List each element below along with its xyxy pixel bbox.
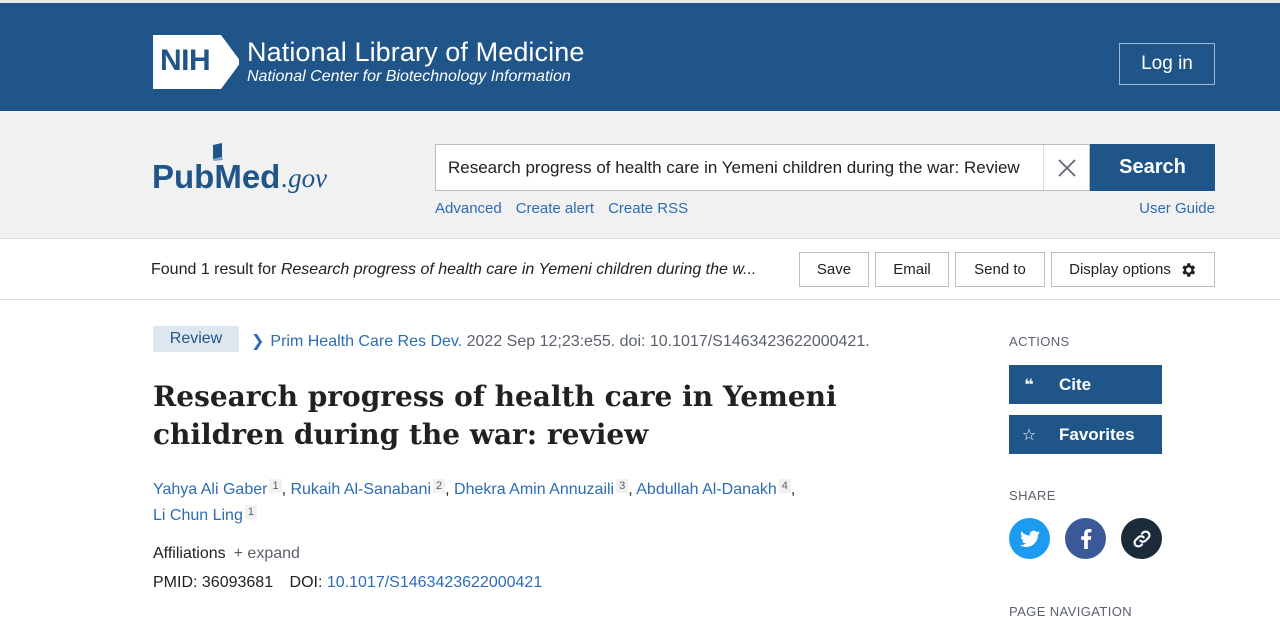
- clear-search-button[interactable]: [1043, 145, 1089, 190]
- search-links: Advanced Create alert Create RSS: [435, 200, 688, 217]
- pubmed-logo[interactable]: Pub Med .gov: [152, 141, 327, 197]
- citation-details: 2022 Sep 12;23:e55. doi: 10.1017/S146342…: [462, 333, 870, 350]
- facebook-icon: [1080, 528, 1091, 549]
- permalink-share-button[interactable]: [1121, 518, 1162, 559]
- affiliation-ref[interactable]: 1: [269, 479, 282, 493]
- pubmed-logo-med: Med: [213, 143, 281, 197]
- display-options-label: Display options: [1069, 261, 1171, 278]
- doi-label: DOI:: [289, 574, 323, 591]
- nih-logo[interactable]: NIH National Library of Medicine Nationa…: [153, 35, 584, 89]
- author-link[interactable]: Li Chun Ling: [153, 507, 243, 524]
- display-options-button[interactable]: Display options: [1051, 252, 1215, 287]
- pubmed-book-icon: [213, 143, 224, 161]
- close-icon: [1057, 158, 1076, 177]
- article-type-badge: Review: [153, 326, 239, 352]
- advanced-search-link[interactable]: Advanced: [435, 200, 502, 217]
- actions-label: ACTIONS: [1009, 334, 1070, 349]
- author-link[interactable]: Yahya Ali Gaber: [153, 481, 267, 498]
- author-link[interactable]: Abdullah Al-Danakh: [636, 481, 777, 498]
- pubmed-logo-pub: Pub: [152, 158, 215, 195]
- citation-line: ❯ Prim Health Care Res Dev. 2022 Sep 12;2…: [251, 331, 870, 351]
- results-bar: Found 1 result for Research progress of …: [0, 240, 1280, 300]
- user-guide-link[interactable]: User Guide: [1139, 200, 1215, 217]
- pubmed-logo-med-text: Med: [214, 158, 281, 195]
- journal-link[interactable]: Prim Health Care Res Dev.: [270, 333, 462, 350]
- nih-badge: NIH: [153, 35, 239, 89]
- author-link[interactable]: Rukaih Al-Sanabani: [290, 481, 431, 498]
- send-to-button[interactable]: Send to: [955, 252, 1045, 287]
- twitter-icon: [1019, 530, 1040, 547]
- quote-icon: ❝: [1024, 376, 1034, 394]
- nih-title: National Library of Medicine: [247, 37, 585, 67]
- authors-list: Yahya Ali Gaber 1, Rukaih Al-Sanabani 2, D…: [153, 479, 796, 524]
- cite-label: Cite: [1059, 374, 1092, 394]
- link-icon: [1132, 529, 1151, 548]
- affiliation-ref[interactable]: 4: [778, 479, 791, 493]
- page-navigation-label: PAGE NAVIGATION: [1009, 604, 1133, 619]
- cite-button[interactable]: ❝ Cite: [1009, 365, 1162, 404]
- save-button[interactable]: Save: [799, 252, 869, 287]
- affiliations-row: Affiliations + expand: [153, 545, 300, 563]
- share-label: SHARE: [1009, 488, 1056, 503]
- search-band: Pub Med .gov Search Advanced Create aler…: [0, 111, 1280, 239]
- found-query: Research progress of health care in Yeme…: [280, 261, 757, 278]
- affiliation-ref[interactable]: 2: [433, 479, 446, 493]
- author-link[interactable]: Dhekra Amin Annuzaili: [454, 481, 614, 498]
- pmid-value: 36093681: [201, 574, 274, 591]
- pmid-label: PMID:: [153, 574, 198, 591]
- nih-subtitle: National Center for Biotechnology Inform…: [247, 68, 571, 85]
- affiliation-ref[interactable]: 1: [244, 505, 257, 519]
- nih-header: NIH National Library of Medicine Nationa…: [0, 0, 1280, 111]
- favorites-label: Favorites: [1059, 424, 1135, 444]
- affiliation-ref[interactable]: 3: [616, 479, 629, 493]
- chevron-right-icon: ❯: [251, 333, 265, 350]
- affiliations-label: Affiliations: [153, 545, 226, 562]
- star-icon: ☆: [1021, 426, 1037, 444]
- email-button[interactable]: Email: [875, 252, 949, 287]
- twitter-share-button[interactable]: [1009, 518, 1050, 559]
- create-rss-link[interactable]: Create RSS: [608, 200, 688, 217]
- favorites-button[interactable]: ☆ Favorites: [1009, 415, 1162, 454]
- login-button[interactable]: Log in: [1119, 43, 1215, 85]
- search-input[interactable]: [448, 145, 1038, 190]
- found-prefix: Found 1 result for: [151, 261, 281, 278]
- search-box: [435, 144, 1090, 191]
- nih-badge-text: NIH: [160, 44, 211, 77]
- search-button[interactable]: Search: [1090, 144, 1215, 191]
- article-title: Research progress of health care in Yeme…: [153, 380, 837, 451]
- create-alert-link[interactable]: Create alert: [516, 200, 594, 217]
- gear-icon: [1182, 262, 1195, 277]
- found-results-text: Found 1 result for Research progress of …: [151, 261, 791, 279]
- facebook-share-button[interactable]: [1065, 518, 1106, 559]
- pubmed-logo-gov: .gov: [281, 163, 328, 193]
- expand-affiliations-button[interactable]: + expand: [234, 545, 300, 562]
- identifiers-row: PMID: 36093681 DOI: 10.1017/S14634236220…: [153, 574, 542, 592]
- doi-link[interactable]: 10.1017/S1463423622000421: [327, 574, 542, 591]
